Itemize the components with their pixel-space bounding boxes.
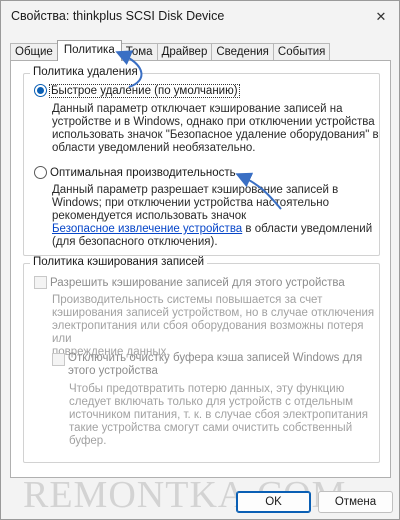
ok-button[interactable]: OK: [236, 491, 311, 513]
close-button[interactable]: ✕: [369, 5, 393, 29]
flush-off-label[interactable]: Отключить очистку буфера кэша записей Wi…: [68, 352, 362, 378]
desc-line: Windows; при отключении устройства насто…: [52, 197, 330, 209]
link-suffix-text: в области уведомлений: [242, 223, 373, 235]
desc-line-with-link: Безопасное извлечение устройства в облас…: [52, 223, 372, 236]
removal-policy-group: Политика удаления Быстрое удаление (по у…: [23, 66, 380, 256]
quick-removal-description: Данный параметр отключает кэширование за…: [52, 103, 379, 155]
flush-off-checkbox[interactable]: [52, 353, 65, 366]
enable-cache-label[interactable]: Разрешить кэширование записей для этого …: [50, 277, 345, 289]
desc-line: устройстве и в Windows, однако при отклю…: [52, 116, 375, 128]
tab-general[interactable]: Общие: [10, 43, 58, 61]
desc-line: кэширования записей устройством, но в сл…: [52, 307, 375, 319]
better-performance-description: Данный параметр разрешает кэширование за…: [52, 184, 372, 249]
removal-policy-title: Политика удаления: [30, 66, 141, 78]
better-performance-option[interactable]: Оптимальная производительность: [34, 166, 236, 179]
desc-line: следует включать только для устройств с …: [69, 396, 354, 408]
desc-line: Данный параметр разрешает кэширование за…: [52, 184, 339, 196]
desc-line: электропитания или сбоя оборудования воз…: [52, 320, 364, 345]
safely-remove-link[interactable]: Безопасное извлечение устройства: [52, 223, 242, 235]
desc-line: источником питания, т. к. в случае сбоя …: [69, 409, 369, 421]
desc-line: рекомендуется использовать значок: [52, 210, 247, 222]
close-icon: ✕: [375, 9, 387, 24]
better-performance-radio[interactable]: [34, 166, 47, 179]
tab-details[interactable]: Сведения: [211, 43, 274, 61]
tab-driver[interactable]: Драйвер: [156, 43, 213, 61]
enable-cache-description: Производительность системы повышается за…: [52, 294, 379, 359]
quick-removal-radio[interactable]: [34, 84, 47, 97]
desc-line: области уведомлений необязательно.: [52, 142, 256, 154]
enable-cache-option[interactable]: Разрешить кэширование записей для этого …: [34, 276, 345, 289]
policies-panel: Политика удаления Быстрое удаление (по у…: [10, 60, 391, 478]
write-caching-group: Политика кэширования записей Разрешить к…: [23, 256, 380, 463]
desc-line: Производительность системы повышается за…: [52, 294, 323, 306]
desc-line: такие устройства смогут сами очистить со…: [69, 422, 353, 434]
window-title: Свойства: thinkplus SCSI Disk Device: [11, 9, 225, 23]
desc-line: использовать значок "Безопасное удаление…: [52, 129, 379, 141]
tab-policies[interactable]: Политика: [56, 40, 122, 61]
flush-off-option[interactable]: Отключить очистку буфера кэша записей Wi…: [52, 352, 362, 378]
desc-line: Данный параметр отключает кэширование за…: [52, 103, 343, 115]
tab-volumes[interactable]: Тома: [120, 43, 158, 61]
tab-events[interactable]: События: [272, 43, 331, 61]
desc-line: (для безопасного отключения).: [52, 236, 218, 248]
flush-off-label-line1: Отключить очистку буфера кэша записей Wi…: [68, 352, 363, 364]
write-caching-title: Политика кэширования записей: [30, 256, 208, 268]
cancel-button[interactable]: Отмена: [318, 491, 393, 513]
desc-line: Чтобы предотвратить потерю данных, эту ф…: [69, 383, 345, 395]
desc-line: буфер.: [69, 435, 107, 447]
quick-removal-option[interactable]: Быстрое удаление (по умолчанию): [34, 83, 240, 98]
tab-strip: Общие Политика Тома Драйвер Сведения Соб…: [10, 40, 331, 61]
flush-off-label-line2: этого устройства: [68, 365, 158, 377]
better-performance-label[interactable]: Оптимальная производительность: [50, 167, 236, 179]
properties-window: Свойства: thinkplus SCSI Disk Device ✕ О…: [0, 0, 400, 520]
title-bar: Свойства: thinkplus SCSI Disk Device ✕: [1, 1, 399, 33]
enable-cache-checkbox[interactable]: [34, 276, 47, 289]
flush-off-description: Чтобы предотвратить потерю данных, эту ф…: [69, 383, 368, 448]
quick-removal-label[interactable]: Быстрое удаление (по умолчанию): [49, 83, 240, 98]
